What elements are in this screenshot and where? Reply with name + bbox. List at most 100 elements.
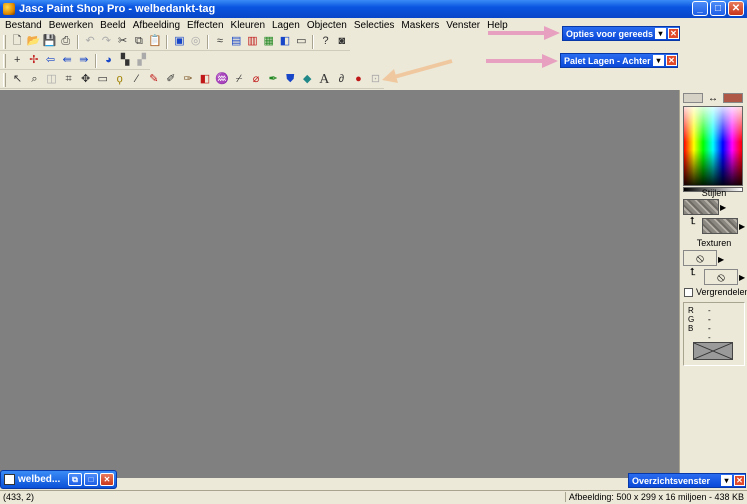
paintbrush-icon[interactable]: ✎ — [146, 72, 161, 88]
style-dropdown-icon[interactable]: ▶ — [720, 203, 726, 212]
toolbar-separator — [206, 34, 209, 49]
swap-styles-icon[interactable]: ⮤ — [690, 216, 696, 227]
foreground-color-swatch[interactable] — [683, 93, 703, 103]
new-icon[interactable]: 🗋 — [10, 34, 24, 50]
menu-selecties[interactable]: Selecties — [351, 20, 399, 31]
palette-dropdown-icon[interactable]: ▾ — [653, 55, 664, 66]
rulers-icon[interactable]: ◧ — [278, 34, 292, 50]
menu-venster[interactable]: Venster — [443, 20, 484, 31]
overview-palette-title[interactable]: Overzichtsvenster ▾ ✕ — [628, 473, 746, 488]
histogram-icon[interactable]: ≈ — [213, 34, 227, 50]
layers-palette-title[interactable]: Palet Lagen - Achterg ▾ ✕ — [560, 53, 678, 68]
color-spectrum[interactable] — [683, 106, 743, 186]
arrow-left-icon[interactable]: ⇦ — [43, 53, 58, 69]
mover-icon[interactable]: ✥ — [78, 72, 93, 88]
minimize-button[interactable]: _ — [692, 1, 708, 16]
title-bar[interactable]: Jasc Paint Shop Pro - welbedankt-tag _ □… — [0, 0, 747, 18]
background-style-swatch[interactable] — [702, 218, 738, 234]
foreground-style-swatch[interactable] — [683, 199, 719, 215]
cut-icon[interactable]: ✂ — [115, 34, 129, 50]
fill-bucket-icon[interactable]: ◆ — [300, 72, 315, 88]
clone-brush-icon[interactable]: ✐ — [163, 72, 178, 88]
toolbar-separator — [95, 53, 98, 68]
restore-button[interactable]: ⧉ — [68, 473, 82, 486]
layers-icon[interactable]: ▥ — [245, 34, 259, 50]
maximize-button[interactable]: □ — [84, 473, 98, 486]
menu-bewerken[interactable]: Bewerken — [46, 20, 97, 31]
retouch-icon[interactable]: ◧ — [197, 72, 212, 88]
lasso-icon[interactable]: ϙ — [112, 72, 127, 88]
redo-icon[interactable]: ↷ — [99, 34, 113, 50]
color-replacer-icon[interactable]: ✑ — [180, 72, 195, 88]
crop-icon[interactable]: ⌗ — [61, 72, 76, 88]
full-screen-icon[interactable]: ◎ — [189, 34, 203, 50]
browse-icon[interactable]: ▣ — [172, 34, 186, 50]
palette-dropdown-icon[interactable]: ▾ — [655, 28, 666, 39]
paste-icon[interactable]: 📋 — [148, 34, 162, 50]
menu-lagen[interactable]: Lagen — [269, 20, 304, 31]
menu-afbeelding[interactable]: Afbeelding — [130, 20, 184, 31]
help-icon[interactable]: ? — [318, 34, 332, 50]
camera-icon[interactable]: ◙ — [335, 34, 349, 50]
maximize-button[interactable]: □ — [710, 1, 726, 16]
image-mapper-icon[interactable]: ▞ — [134, 53, 149, 69]
open-icon[interactable]: 📂 — [26, 34, 40, 50]
background-texture-none[interactable]: ⦸ — [704, 269, 738, 285]
airbrush-icon[interactable]: ✒ — [266, 72, 281, 88]
arrow-back-icon[interactable]: ⇚ — [60, 53, 75, 69]
palette-close-icon[interactable]: ✕ — [734, 475, 745, 486]
menu-effecten[interactable]: Effecten — [184, 20, 228, 31]
toolbar-grip[interactable] — [3, 72, 6, 87]
menu-objecten[interactable]: Objecten — [304, 20, 351, 31]
draw-icon[interactable]: ∂ — [334, 72, 349, 88]
zoom-icon[interactable]: ⌕ — [27, 72, 42, 88]
menu-kleuren[interactable]: Kleuren — [228, 20, 269, 31]
preset-shapes-icon[interactable]: ● — [351, 72, 366, 88]
close-button[interactable]: ✕ — [728, 1, 744, 16]
minimized-document-window[interactable]: welbed... ⧉ □ ✕ — [0, 470, 117, 489]
color-adjust-icon[interactable]: ▤ — [229, 34, 243, 50]
move-icon[interactable]: + — [10, 53, 25, 69]
canvas-workspace[interactable] — [0, 90, 679, 478]
close-button[interactable]: ✕ — [100, 473, 114, 486]
style-dropdown-icon[interactable]: ▶ — [739, 222, 745, 231]
color-swatch-bar: ↔ — [683, 92, 745, 104]
overview-icon[interactable]: ▦ — [262, 34, 276, 50]
copy-icon[interactable]: ⧉ — [132, 34, 146, 50]
swap-textures-icon[interactable]: ⮤ — [690, 267, 696, 278]
web-toolbar: + ✢ ⇦ ⇚ ⇛ ◕ ▚ ▞ — [0, 52, 150, 70]
flood-fill-icon[interactable]: ⛊ — [283, 72, 298, 88]
eraser-icon[interactable]: ⌿ — [232, 72, 247, 88]
palette-close-icon[interactable]: ✕ — [666, 55, 677, 66]
lock-checkbox[interactable] — [684, 288, 693, 297]
toolbar-grip[interactable] — [3, 53, 6, 68]
text-icon[interactable]: A — [317, 72, 332, 88]
print-icon[interactable]: ⎙ — [59, 34, 73, 50]
scratch-remover-icon[interactable]: ♒ — [215, 72, 230, 88]
texture-dropdown-icon[interactable]: ▶ — [718, 255, 724, 264]
pan-icon[interactable]: ✢ — [27, 53, 42, 69]
palette-dropdown-icon[interactable]: ▾ — [721, 475, 732, 486]
menu-bestand[interactable]: Bestand — [2, 20, 46, 31]
palette-close-icon[interactable]: ✕ — [668, 28, 679, 39]
menu-beeld[interactable]: Beeld — [97, 20, 130, 31]
canvas-frame-icon[interactable]: ▭ — [294, 34, 308, 50]
swap-colors-icon[interactable]: ↔ — [703, 93, 723, 104]
app-icon[interactable] — [3, 3, 15, 15]
toolbar-grip[interactable] — [3, 34, 6, 49]
picture-tube-icon[interactable]: ⌀ — [249, 72, 264, 88]
image-slicer-icon[interactable]: ▚ — [118, 53, 133, 69]
deform-icon[interactable]: ◫ — [44, 72, 59, 88]
menu-maskers[interactable]: Maskers — [398, 20, 443, 31]
selection-arrow-icon[interactable]: ↖ — [10, 72, 25, 88]
arrow-forward-icon[interactable]: ⇛ — [76, 53, 91, 69]
texture-dropdown-icon[interactable]: ▶ — [739, 273, 745, 282]
background-color-swatch[interactable] — [723, 93, 743, 103]
rect-selection-icon[interactable]: ▭ — [95, 72, 110, 88]
undo-icon[interactable]: ↶ — [83, 34, 97, 50]
foreground-texture-none[interactable]: ⦸ — [683, 250, 717, 266]
web-icon[interactable]: ◕ — [101, 53, 116, 69]
tool-options-palette-title[interactable]: Opties voor gereedsc ▾ ✕ — [562, 26, 680, 41]
save-icon[interactable]: 💾 — [42, 34, 57, 50]
eyedropper-icon[interactable]: ⁄ — [129, 72, 144, 88]
